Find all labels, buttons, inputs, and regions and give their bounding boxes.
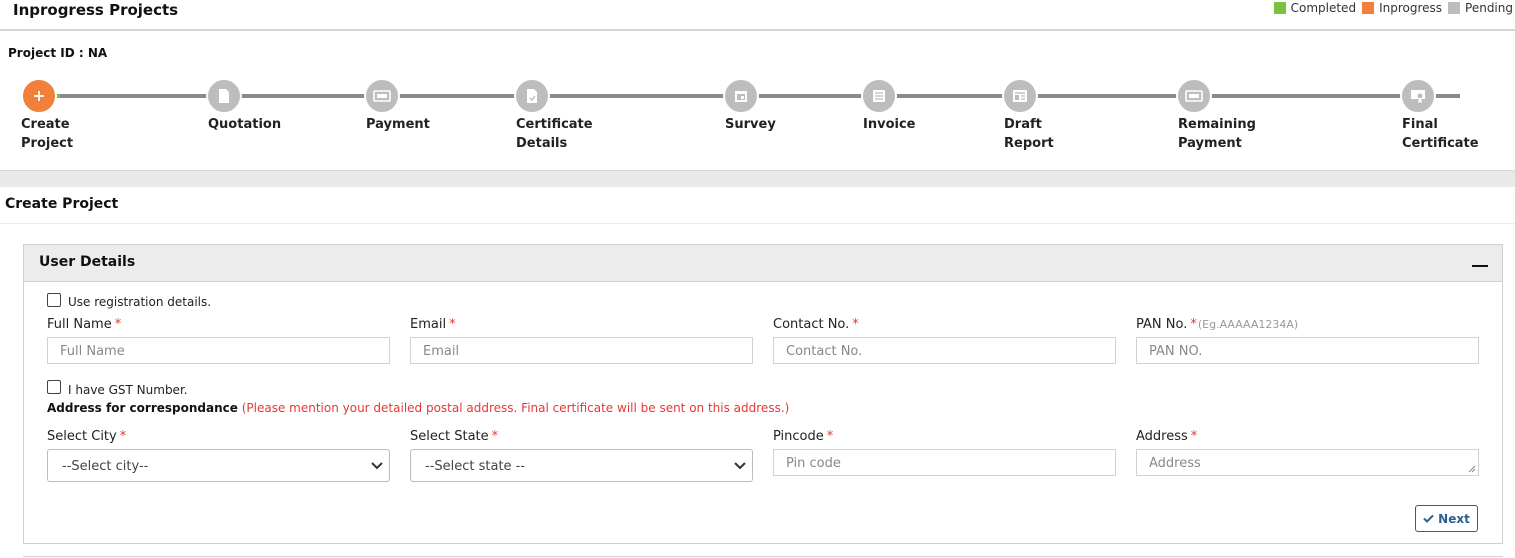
section-divider — [0, 223, 1515, 224]
plus-icon — [34, 91, 44, 101]
step-circle-certificate-details[interactable] — [514, 78, 550, 114]
chevron-down-icon — [371, 462, 383, 470]
step-label-create-project: Create Project — [21, 117, 74, 151]
collapse-icon[interactable] — [1472, 265, 1488, 267]
step-remaining-payment[interactable]: Remaining Payment — [1176, 78, 1256, 151]
full-name-input[interactable]: Full Name — [47, 337, 390, 364]
address-label: Address * — [1136, 429, 1198, 444]
legend-label-pending: Pending — [1465, 1, 1513, 15]
step-final-certificate[interactable]: Final Certificate — [1400, 78, 1479, 151]
step-label-certificate-details: Certificate Details — [516, 117, 593, 151]
calendar-icon — [735, 91, 747, 102]
page-header: Inprogress Projects Completed Inprogress… — [0, 0, 1515, 31]
use-registration-checkbox[interactable] — [47, 293, 61, 307]
check-icon — [1423, 514, 1434, 523]
use-registration-label: Use registration details. — [68, 295, 212, 309]
step-label-draft-report: Draft Report — [1004, 117, 1054, 151]
legend-completed: Completed — [1273, 1, 1357, 15]
legend-swatch-completed — [1273, 2, 1286, 14]
address-heading: Address for correspondance (Please menti… — [47, 401, 790, 415]
resize-grip-icon[interactable] — [1468, 465, 1476, 473]
step-label-survey: Survey — [725, 117, 776, 132]
step-certificate-details[interactable]: Certificate Details — [514, 78, 593, 151]
next-button[interactable]: Next — [1415, 505, 1478, 532]
certificate-doc-icon — [527, 89, 537, 103]
address-placeholder: Address — [1149, 456, 1201, 471]
section-title: Create Project — [5, 196, 119, 212]
step-label-remaining-payment: Remaining Payment — [1178, 117, 1256, 151]
state-select-value: --Select state -- — [425, 459, 526, 474]
step-draft-report[interactable]: Draft Report — [1002, 78, 1054, 151]
award-icon — [1411, 90, 1425, 103]
step-survey[interactable]: Survey — [723, 78, 776, 132]
step-label-final-certificate: Final Certificate — [1402, 117, 1479, 151]
panel-header[interactable]: User Details — [24, 245, 1502, 282]
email-label: Email * — [410, 317, 456, 332]
step-label-payment: Payment — [366, 117, 430, 132]
step-circle-quotation[interactable] — [206, 78, 242, 114]
payment-icon — [1185, 90, 1203, 102]
step-label-quotation: Quotation — [208, 117, 282, 132]
step-circle-draft-report[interactable] — [1002, 78, 1038, 114]
city-label: Select City * — [47, 429, 127, 444]
pan-input[interactable]: PAN NO. — [1136, 337, 1479, 364]
city-select-value: --Select city-- — [62, 459, 149, 474]
step-circle-survey[interactable] — [723, 78, 759, 114]
legend-label-completed: Completed — [1290, 1, 1357, 15]
chevron-down-icon — [734, 462, 746, 470]
full-name-label: Full Name * — [47, 317, 122, 332]
project-id: Project ID : NA — [8, 46, 108, 60]
legend-inprogress: Inprogress — [1362, 1, 1442, 15]
step-circle-remaining-payment[interactable] — [1176, 78, 1212, 114]
step-circle-create-project[interactable] — [21, 78, 57, 114]
step-label-invoice: Invoice — [863, 117, 916, 132]
page: Inprogress Projects Completed Inprogress… — [0, 0, 1515, 558]
payment-icon — [373, 90, 391, 102]
gst-checkbox[interactable] — [47, 380, 61, 394]
city-select[interactable]: --Select city-- — [47, 449, 390, 482]
step-payment[interactable]: Payment — [364, 78, 430, 132]
step-quotation[interactable]: Quotation — [206, 78, 281, 132]
page-title: Inprogress Projects — [13, 1, 179, 19]
next-button-label: Next — [1438, 511, 1470, 526]
step-circle-invoice[interactable] — [861, 78, 897, 114]
pincode-input[interactable]: Pin code — [773, 449, 1116, 476]
legend-swatch-pending — [1448, 2, 1461, 14]
panel-bottom-edge — [23, 556, 1503, 557]
pincode-label: Pincode * — [773, 429, 834, 444]
address-note: (Please mention your detailed postal add… — [241, 401, 790, 415]
contact-label: Contact No. * — [773, 317, 859, 332]
email-input[interactable]: Email — [410, 337, 753, 364]
legend-label-inprogress: Inprogress — [1379, 1, 1443, 15]
state-label: Select State * — [410, 429, 499, 444]
state-select[interactable]: --Select state -- — [410, 449, 753, 482]
contact-input[interactable]: Contact No. — [773, 337, 1116, 364]
report-icon — [1013, 90, 1027, 102]
status-legend: Completed Inprogress Pending — [1268, 1, 1513, 15]
pan-label: PAN No. *(Eg.AAAAA1234A) — [1136, 317, 1299, 332]
user-details-panel: User Details Use registration details. F… — [23, 244, 1503, 544]
legend-pending: Pending — [1448, 1, 1513, 15]
panel-title: User Details — [39, 254, 136, 270]
document-icon — [219, 89, 229, 103]
step-invoice[interactable]: Invoice — [861, 78, 915, 132]
invoice-icon — [873, 90, 885, 102]
legend-swatch-inprogress — [1362, 2, 1375, 14]
step-circle-payment[interactable] — [364, 78, 400, 114]
gst-label: I have GST Number. — [68, 383, 188, 397]
section-separator — [0, 170, 1515, 187]
address-textarea[interactable]: Address — [1136, 449, 1479, 476]
step-create-project[interactable]: Create Project — [21, 78, 73, 151]
step-circle-final-certificate[interactable] — [1400, 78, 1436, 114]
